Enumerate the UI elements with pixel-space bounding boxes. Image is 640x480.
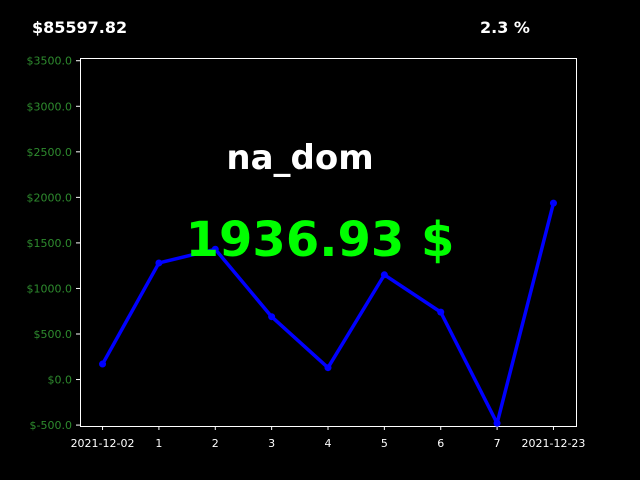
y-tick-label: $2000.0 <box>27 191 73 204</box>
data-point <box>324 364 332 372</box>
x-tick-label: 1 <box>155 437 162 450</box>
line-chart: $-500.0 $0.0 $500.0 $1000.0 $1500.0 $2000.0 $2… <box>27 55 586 450</box>
data-point <box>380 271 388 279</box>
y-tick-label: $2500.0 <box>27 146 73 159</box>
data-point <box>549 199 557 207</box>
y-tick-label: $0.0 <box>48 374 73 387</box>
current-value-label: 1936.93 $ <box>186 212 455 268</box>
x-tick-label: 2021-12-23 <box>521 437 585 450</box>
data-point <box>437 308 445 316</box>
y-tick-label: $3500.0 <box>27 55 73 68</box>
x-tick-label: 2 <box>212 437 219 450</box>
y-tick-label: $1000.0 <box>27 282 73 295</box>
y-tick-label: $3000.0 <box>27 100 73 113</box>
y-tick-label: $1500.0 <box>27 237 73 250</box>
x-tick-label: 5 <box>381 437 388 450</box>
data-point <box>99 360 107 368</box>
y-axis: $-500.0 $0.0 $500.0 $1000.0 $1500.0 $2000.0 $2… <box>27 55 80 432</box>
data-point <box>155 259 163 267</box>
x-tick-label: 3 <box>268 437 275 450</box>
chart-title: na_dom <box>226 138 373 178</box>
data-point <box>493 419 501 427</box>
data-point <box>268 313 276 321</box>
x-tick-label: 7 <box>494 437 501 450</box>
x-tick-label: 4 <box>325 437 332 450</box>
y-tick-label: $500.0 <box>34 328 73 341</box>
x-tick-label: 2021-12-02 <box>71 437 135 450</box>
x-tick-label: 6 <box>437 437 444 450</box>
y-tick-label: $-500.0 <box>30 419 72 432</box>
x-axis: 2021-12-02 1 2 3 4 5 6 7 2021-12-23 <box>71 426 585 450</box>
